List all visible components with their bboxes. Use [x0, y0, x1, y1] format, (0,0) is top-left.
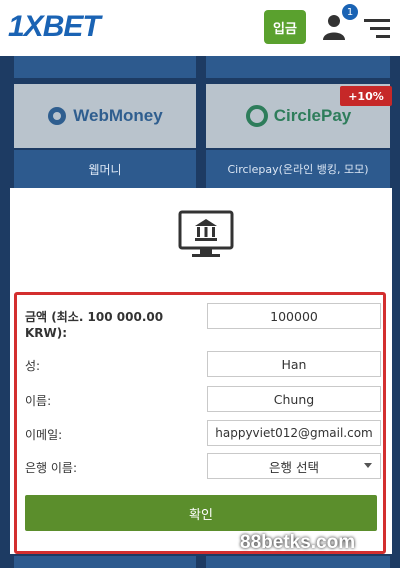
first-name-label: 이름: — [25, 394, 52, 408]
hamburger-menu-icon[interactable] — [364, 17, 390, 39]
bank-name-label: 은행 이름: — [25, 461, 78, 475]
globe-icon — [48, 107, 67, 125]
confirm-button[interactable]: 확인 — [25, 495, 377, 531]
deposit-modal: 금액 (최소. 100 000.00 KRW): 100000 성: Han 이… — [10, 188, 392, 554]
payment-tile-top-left[interactable] — [14, 56, 196, 78]
first-name-input[interactable]: Chung — [207, 386, 381, 412]
webmoney-logo: WebMoney — [73, 106, 163, 125]
user-icon[interactable] — [322, 14, 346, 40]
chevron-down-icon — [364, 463, 372, 468]
payment-tile-top-right[interactable] — [206, 56, 390, 78]
promo-badge: +10% — [340, 86, 392, 106]
top-header: 1XBET 입금 1 — [0, 0, 400, 56]
amount-label: 금액 (최소. 100 000.00 KRW): — [25, 310, 164, 340]
bank-select[interactable]: 은행 선택 — [207, 453, 381, 479]
webmoney-option[interactable]: WebMoney — [14, 84, 196, 148]
email-label: 이메일: — [25, 428, 63, 442]
last-name-input[interactable]: Han — [207, 351, 381, 377]
bank-icon — [178, 210, 234, 257]
circlepay-ring-icon — [245, 105, 268, 127]
last-name-label: 성: — [25, 359, 41, 373]
amount-input[interactable]: 100000 — [207, 303, 381, 329]
circlepay-logo: CirclePay — [273, 106, 352, 125]
circlepay-caption[interactable]: Circlepay(온라인 뱅킹, 모모) — [206, 150, 390, 188]
payment-tile-bottom-left[interactable] — [14, 556, 196, 568]
deposit-form: 금액 (최소. 100 000.00 KRW): 100000 성: Han 이… — [14, 292, 386, 554]
bank-select-value: 은행 선택 — [269, 459, 319, 475]
notification-badge: 1 — [342, 4, 358, 20]
deposit-button[interactable]: 입금 — [264, 10, 306, 44]
webmoney-caption[interactable]: 웹머니 — [14, 150, 196, 188]
email-input[interactable]: happyviet012@gmail.com — [207, 420, 381, 446]
brand-logo[interactable]: 1XBET — [8, 10, 101, 44]
payment-tile-bottom-right[interactable] — [206, 556, 390, 568]
watermark-text: 88betks.com — [240, 532, 356, 553]
